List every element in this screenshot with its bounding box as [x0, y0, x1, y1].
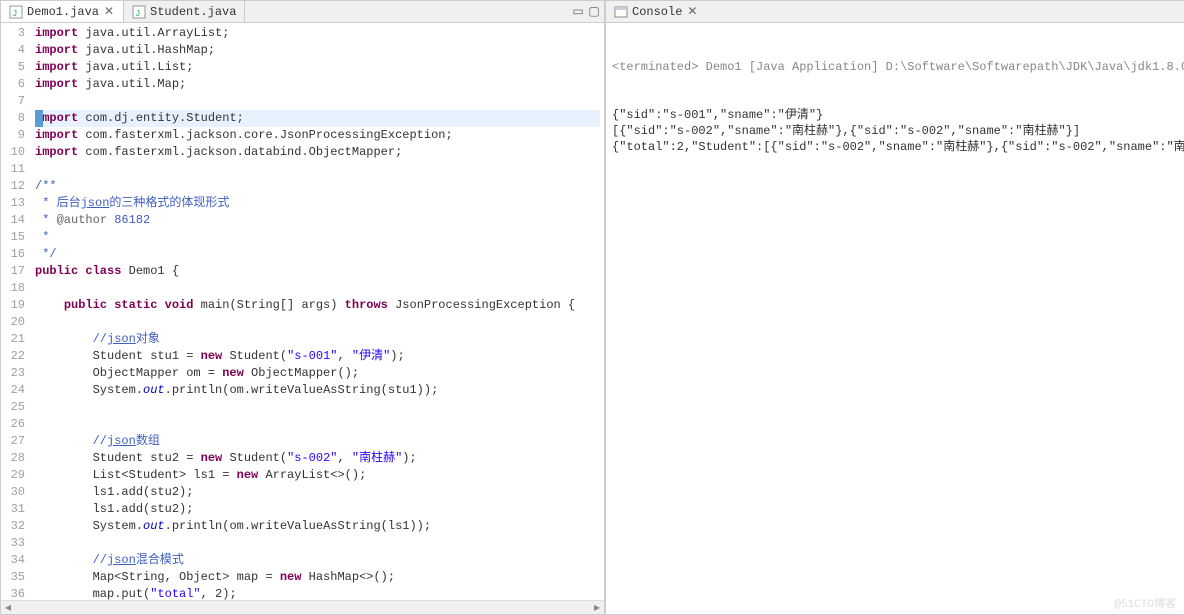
line-gutter: 3456789101112131415161718192021222324252…	[1, 23, 31, 600]
maximize-icon[interactable]: ▢	[588, 6, 600, 18]
code-line[interactable]: /**	[35, 178, 600, 195]
code-line[interactable]: map.put("total", 2);	[35, 586, 600, 600]
code-line[interactable]: *	[35, 229, 600, 246]
horizontal-scrollbar[interactable]: ◂ ▸	[1, 600, 604, 614]
code-line[interactable]	[35, 535, 600, 552]
code-line[interactable]: * 后台json的三种格式的体现形式	[35, 195, 600, 212]
console-icon	[614, 5, 628, 19]
code-line[interactable]: import java.util.ArrayList;	[35, 25, 600, 42]
minimize-icon[interactable]: ▭	[572, 6, 584, 18]
code-line[interactable]	[35, 161, 600, 178]
code-content[interactable]: import java.util.ArrayList;import java.u…	[31, 23, 604, 600]
close-icon[interactable]: ✕	[686, 6, 698, 18]
code-line[interactable]: //json数组	[35, 433, 600, 450]
code-line[interactable]	[35, 93, 600, 110]
svg-text:J: J	[12, 9, 17, 19]
code-line[interactable]	[35, 280, 600, 297]
code-line[interactable]: import java.util.HashMap;	[35, 42, 600, 59]
console-line: {"sid":"s-001","sname":"伊清"}	[612, 107, 1184, 123]
code-line[interactable]: //json对象	[35, 331, 600, 348]
close-icon[interactable]: ✕	[103, 6, 115, 18]
code-line[interactable]: ObjectMapper om = new ObjectMapper();	[35, 365, 600, 382]
code-line[interactable]: import com.fasterxml.jackson.databind.Ob…	[35, 144, 600, 161]
code-line[interactable]	[35, 314, 600, 331]
svg-text:J: J	[135, 9, 140, 19]
code-line[interactable]: import com.fasterxml.jackson.core.JsonPr…	[35, 127, 600, 144]
tab-demo1[interactable]: J Demo1.java ✕	[1, 1, 124, 22]
editor-tabs: J Demo1.java ✕ J Student.java ▭ ▢	[1, 1, 604, 23]
console-panel: Console ✕ ✖✖📌▤🔒▣▢🧹⇅▭▢ <terminated> Demo1…	[605, 0, 1184, 615]
code-line[interactable]: ls1.add(stu2);	[35, 484, 600, 501]
console-output[interactable]: <terminated> Demo1 [Java Application] D:…	[606, 23, 1184, 614]
scroll-right-icon[interactable]: ▸	[590, 601, 604, 615]
java-file-icon: J	[132, 5, 146, 19]
code-line[interactable]: System.out.println(om.writeValueAsString…	[35, 382, 600, 399]
code-line[interactable]: System.out.println(om.writeValueAsString…	[35, 518, 600, 535]
code-line[interactable]: public class Demo1 {	[35, 263, 600, 280]
scroll-left-icon[interactable]: ◂	[1, 601, 15, 615]
tab-label: Demo1.java	[27, 5, 99, 19]
code-line[interactable]: */	[35, 246, 600, 263]
java-file-icon: J	[9, 5, 23, 19]
code-line[interactable]: import com.dj.entity.Student;	[35, 110, 600, 127]
code-line[interactable]: List<Student> ls1 = new ArrayList<>();	[35, 467, 600, 484]
tab-label: Student.java	[150, 5, 236, 19]
code-line[interactable]: Student stu2 = new Student("s-002", "南柱赫…	[35, 450, 600, 467]
console-tab[interactable]: Console ✕	[606, 3, 706, 21]
code-line[interactable]: import java.util.List;	[35, 59, 600, 76]
editor-panel: J Demo1.java ✕ J Student.java ▭ ▢ 345678…	[0, 0, 605, 615]
code-line[interactable]: * @author 86182	[35, 212, 600, 229]
code-line[interactable]: Map<String, Object> map = new HashMap<>(…	[35, 569, 600, 586]
code-line[interactable]: public static void main(String[] args) t…	[35, 297, 600, 314]
console-line: [{"sid":"s-002","sname":"南柱赫"},{"sid":"s…	[612, 123, 1184, 139]
code-line[interactable]	[35, 416, 600, 433]
code-line[interactable]: //json混合模式	[35, 552, 600, 569]
code-area[interactable]: 3456789101112131415161718192021222324252…	[1, 23, 604, 600]
console-title: Console	[632, 5, 682, 19]
console-line: {"total":2,"Student":[{"sid":"s-002","sn…	[612, 139, 1184, 155]
code-line[interactable]: ls1.add(stu2);	[35, 501, 600, 518]
code-line[interactable]	[35, 399, 600, 416]
console-tabs: Console ✕ ✖✖📌▤🔒▣▢🧹⇅▭▢	[606, 1, 1184, 23]
code-line[interactable]: import java.util.Map;	[35, 76, 600, 93]
code-line[interactable]: Student stu1 = new Student("s-001", "伊清"…	[35, 348, 600, 365]
tab-student[interactable]: J Student.java	[124, 1, 245, 22]
terminated-line: <terminated> Demo1 [Java Application] D:…	[612, 59, 1184, 75]
